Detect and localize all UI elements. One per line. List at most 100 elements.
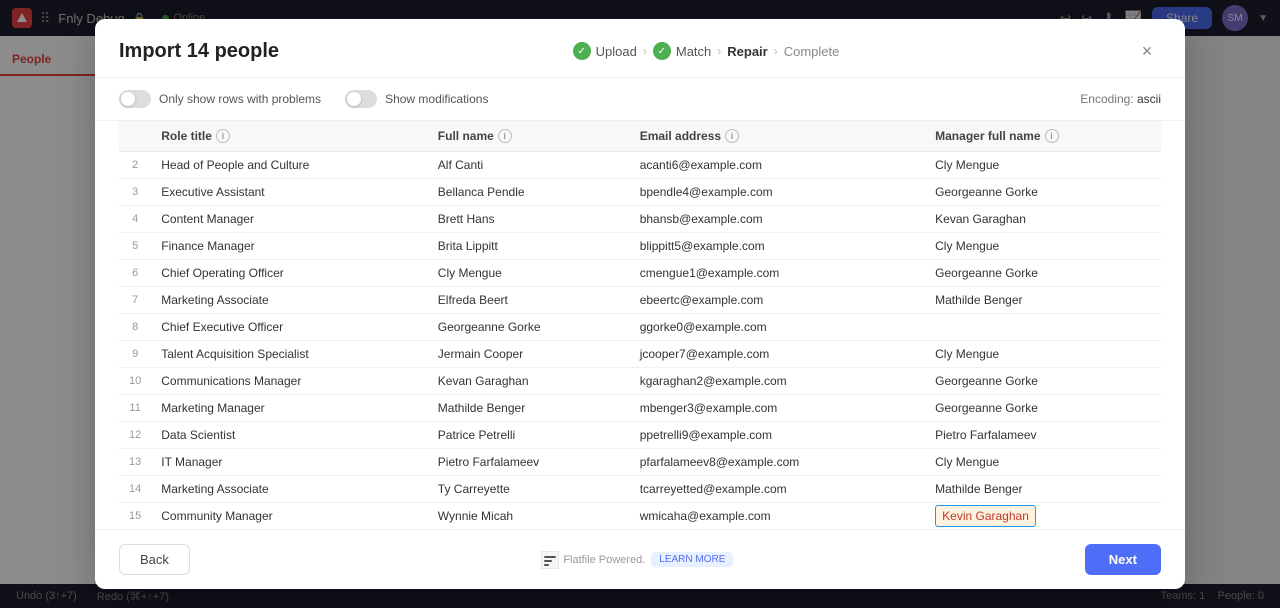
col-header-manager: Manager full name i: [925, 121, 1161, 152]
table-row[interactable]: 4Content ManagerBrett Hansbhansb@example…: [119, 206, 1161, 233]
row-number: 2: [119, 152, 151, 179]
table-header-row: Role title i Full name i: [119, 121, 1161, 152]
cell-email_address: cmengue1@example.com: [630, 260, 925, 287]
cell-full_name: Brita Lippitt: [428, 233, 630, 260]
table-row[interactable]: 11Marketing ManagerMathilde Bengermbenge…: [119, 395, 1161, 422]
col-header-num: [119, 121, 151, 152]
cell-email_address: ggorke0@example.com: [630, 314, 925, 341]
cell-manager_full_name: Georgeanne Gorke: [925, 179, 1161, 206]
table-row[interactable]: 5Finance ManagerBrita Lippittblippitt5@e…: [119, 233, 1161, 260]
row-number: 4: [119, 206, 151, 233]
cell-manager_full_name: Cly Mengue: [925, 152, 1161, 179]
table-row[interactable]: 2Head of People and CultureAlf Cantiacan…: [119, 152, 1161, 179]
col-header-email: Email address i: [630, 121, 925, 152]
email-info-icon[interactable]: i: [725, 129, 739, 143]
learn-more-button[interactable]: LEARN MORE: [651, 552, 733, 567]
table-row[interactable]: 15Community ManagerWynnie Micahwmicaha@e…: [119, 503, 1161, 530]
cell-role_title: IT Manager: [151, 449, 428, 476]
table-row[interactable]: 14Marketing AssociateTy Carreyettetcarre…: [119, 476, 1161, 503]
cell-manager_full_name: Cly Mengue: [925, 341, 1161, 368]
next-button[interactable]: Next: [1085, 544, 1161, 575]
highlighted-cell[interactable]: Kevin Garaghan: [935, 505, 1036, 527]
role-title-info-icon[interactable]: i: [216, 129, 230, 143]
row-number: 10: [119, 368, 151, 395]
cell-manager_full_name: Kevin Garaghan: [925, 503, 1161, 530]
cell-role_title: Chief Executive Officer: [151, 314, 428, 341]
cell-manager_full_name: Georgeanne Gorke: [925, 395, 1161, 422]
table-row[interactable]: 8Chief Executive OfficerGeorgeanne Gorke…: [119, 314, 1161, 341]
cell-email_address: ppetrelli9@example.com: [630, 422, 925, 449]
app-background: ⠿ Fnly Debug 🔒 Online ↩ ↪ ⬇ 📈 Share SM ▼…: [0, 0, 1280, 608]
cell-manager_full_name: Georgeanne Gorke: [925, 260, 1161, 287]
table-row[interactable]: 3Executive AssistantBellanca Pendlebpend…: [119, 179, 1161, 206]
upload-check-icon: ✓: [573, 42, 591, 60]
step-repair: Repair: [727, 44, 767, 59]
cell-email_address: ebeertc@example.com: [630, 287, 925, 314]
modal-title: Import 14 people: [119, 40, 279, 63]
cell-role_title: Data Scientist: [151, 422, 428, 449]
cell-role_title: Marketing Manager: [151, 395, 428, 422]
close-button[interactable]: ×: [1133, 37, 1161, 65]
flatfile-icon: [541, 551, 559, 569]
step-match: ✓ Match: [653, 42, 711, 60]
cell-role_title: Finance Manager: [151, 233, 428, 260]
modal-header: Import 14 people ✓ Upload › ✓ Match › Re…: [95, 19, 1185, 78]
step-arrow-1: ›: [643, 44, 647, 58]
col-header-full-name: Full name i: [428, 121, 630, 152]
cell-full_name: Pietro Farfalameev: [428, 449, 630, 476]
row-number: 11: [119, 395, 151, 422]
cell-email_address: wmicaha@example.com: [630, 503, 925, 530]
step-upload: ✓ Upload: [573, 42, 637, 60]
cell-full_name: Alf Canti: [428, 152, 630, 179]
flatfile-logo: Flatfile Powered.: [541, 551, 645, 569]
cell-role_title: Executive Assistant: [151, 179, 428, 206]
cell-email_address: tcarreyetted@example.com: [630, 476, 925, 503]
row-number: 9: [119, 341, 151, 368]
table-row[interactable]: 9Talent Acquisition SpecialistJermain Co…: [119, 341, 1161, 368]
cell-email_address: pfarfalameev8@example.com: [630, 449, 925, 476]
cell-manager_full_name: Pietro Farfalameev: [925, 422, 1161, 449]
cell-role_title: Community Manager: [151, 503, 428, 530]
row-number: 14: [119, 476, 151, 503]
modal-footer: Back Flatfile Powered. LEARN MORE Next: [95, 529, 1185, 589]
encoding-info: Encoding: ascii: [1080, 92, 1161, 106]
cell-full_name: Jermain Cooper: [428, 341, 630, 368]
row-number: 15: [119, 503, 151, 530]
data-table: Role title i Full name i: [119, 121, 1161, 529]
cell-role_title: Head of People and Culture: [151, 152, 428, 179]
cell-manager_full_name: Mathilde Benger: [925, 287, 1161, 314]
table-row[interactable]: 7Marketing AssociateElfreda Beertebeertc…: [119, 287, 1161, 314]
data-table-wrapper: Role title i Full name i: [95, 121, 1185, 529]
cell-role_title: Marketing Associate: [151, 287, 428, 314]
row-number: 6: [119, 260, 151, 287]
full-name-info-icon[interactable]: i: [498, 129, 512, 143]
show-problems-label: Only show rows with problems: [159, 92, 321, 106]
cell-role_title: Content Manager: [151, 206, 428, 233]
step-complete: Complete: [784, 44, 840, 59]
cell-email_address: mbenger3@example.com: [630, 395, 925, 422]
table-row[interactable]: 12Data ScientistPatrice Petrellippetrell…: [119, 422, 1161, 449]
step-arrow-3: ›: [774, 44, 778, 58]
modal-overlay: Import 14 people ✓ Upload › ✓ Match › Re…: [0, 0, 1280, 608]
cell-full_name: Brett Hans: [428, 206, 630, 233]
col-header-role-title: Role title i: [151, 121, 428, 152]
back-button[interactable]: Back: [119, 544, 190, 575]
flatfile-badge: Flatfile Powered. LEARN MORE: [541, 551, 733, 569]
match-check-icon: ✓: [653, 42, 671, 60]
cell-manager_full_name: [925, 314, 1161, 341]
table-row[interactable]: 6Chief Operating OfficerCly Menguecmengu…: [119, 260, 1161, 287]
show-problems-toggle[interactable]: [119, 90, 151, 108]
table-row[interactable]: 13IT ManagerPietro Farfalameevpfarfalame…: [119, 449, 1161, 476]
show-modifications-label: Show modifications: [385, 92, 488, 106]
cell-email_address: acanti6@example.com: [630, 152, 925, 179]
cell-manager_full_name: Kevan Garaghan: [925, 206, 1161, 233]
cell-email_address: bhansb@example.com: [630, 206, 925, 233]
cell-full_name: Cly Mengue: [428, 260, 630, 287]
modal-toggles: Only show rows with problems Show modifi…: [95, 78, 1185, 121]
encoding-value: ascii: [1137, 92, 1161, 106]
manager-info-icon[interactable]: i: [1045, 129, 1059, 143]
show-modifications-toggle[interactable]: [345, 90, 377, 108]
table-body: 2Head of People and CultureAlf Cantiacan…: [119, 152, 1161, 530]
table-row[interactable]: 10Communications ManagerKevan Garaghankg…: [119, 368, 1161, 395]
cell-full_name: Georgeanne Gorke: [428, 314, 630, 341]
